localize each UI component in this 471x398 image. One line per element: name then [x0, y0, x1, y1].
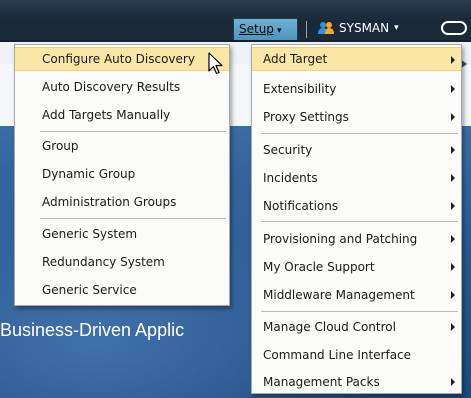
menu-item-add-targets-manually[interactable]: Add Targets Manually	[15, 103, 229, 127]
setup-menu: Add Target Extensibility Proxy Settings …	[251, 44, 462, 394]
menu-item-add-target[interactable]: Add Target	[252, 47, 461, 71]
power-icon[interactable]	[441, 21, 467, 35]
menu-item-label: My Oracle Support	[263, 260, 375, 274]
menu-item-administration-groups[interactable]: Administration Groups	[15, 190, 229, 214]
menu-divider	[261, 133, 458, 134]
menu-item-extensibility[interactable]: Extensibility	[252, 77, 461, 101]
menu-item-label: Add Target	[263, 52, 328, 66]
top-bar: Setup ▾ SYSMAN ▾	[0, 0, 471, 42]
menu-item-notifications[interactable]: Notifications	[252, 194, 461, 218]
menu-divider	[261, 221, 458, 222]
menu-item-provisioning-and-patching[interactable]: Provisioning and Patching	[252, 227, 461, 251]
submenu-arrow-icon	[451, 174, 455, 182]
menu-item-configure-auto-discovery[interactable]: Configure Auto Discovery	[15, 47, 229, 71]
menu-item-incidents[interactable]: Incidents	[252, 166, 461, 190]
submenu-arrow-icon	[451, 202, 455, 210]
user-icon	[318, 22, 334, 34]
submenu-arrow-icon	[451, 113, 455, 121]
submenu-arrow-icon	[451, 146, 455, 154]
menu-divider	[40, 131, 226, 132]
menu-item-redundancy-system[interactable]: Redundancy System	[15, 250, 229, 274]
setup-menu-button[interactable]: Setup ▾	[233, 18, 298, 40]
menu-item-label: Incidents	[263, 171, 318, 185]
submenu-arrow-icon	[451, 263, 455, 271]
add-target-submenu: Configure Auto Discovery Auto Discovery …	[14, 44, 230, 306]
chevron-down-icon: ▾	[394, 23, 399, 33]
banner-heading: Business-Driven Applic	[0, 320, 185, 340]
submenu-arrow-icon	[451, 85, 455, 93]
menu-item-management-packs[interactable]: Management Packs	[252, 370, 461, 394]
menu-divider	[261, 311, 458, 312]
menu-item-label: Management Packs	[263, 375, 380, 389]
menu-item-label: Middleware Management	[263, 288, 415, 302]
menu-item-label: Notifications	[263, 199, 339, 213]
user-menu-button[interactable]: SYSMAN ▾	[317, 17, 399, 39]
menu-item-auto-discovery-results[interactable]: Auto Discovery Results	[15, 75, 229, 99]
menu-item-label: Manage Cloud Control	[263, 320, 396, 334]
menu-item-dynamic-group[interactable]: Dynamic Group	[15, 162, 229, 186]
menu-item-label: Extensibility	[263, 82, 337, 96]
menu-item-group[interactable]: Group	[15, 134, 229, 158]
setup-label: Setup	[239, 22, 274, 36]
submenu-arrow-icon	[451, 323, 455, 331]
menu-item-generic-system[interactable]: Generic System	[15, 222, 229, 246]
mouse-pointer-icon	[208, 52, 223, 75]
menu-item-manage-cloud-control[interactable]: Manage Cloud Control	[252, 315, 461, 339]
menu-item-middleware-management[interactable]: Middleware Management	[252, 283, 461, 307]
chevron-down-icon: ▾	[276, 26, 282, 36]
menu-divider	[40, 218, 226, 219]
submenu-arrow-icon	[451, 56, 455, 64]
submenu-arrow-icon	[451, 235, 455, 243]
submenu-arrow-icon	[451, 291, 455, 299]
menu-item-label: Proxy Settings	[263, 110, 349, 124]
menu-item-command-line-interface[interactable]: Command Line Interface	[252, 343, 461, 367]
menu-item-label: Command Line Interface	[263, 348, 412, 362]
menu-item-label: Provisioning and Patching	[263, 232, 418, 246]
menu-item-proxy-settings[interactable]: Proxy Settings	[252, 105, 461, 129]
menu-item-security[interactable]: Security	[252, 138, 461, 162]
submenu-arrow-icon	[451, 378, 455, 386]
menu-item-my-oracle-support[interactable]: My Oracle Support	[252, 255, 461, 279]
header-separator	[306, 21, 307, 38]
user-name: SYSMAN	[339, 21, 390, 35]
menu-item-generic-service[interactable]: Generic Service	[15, 278, 229, 302]
menu-item-label: Security	[263, 143, 313, 157]
